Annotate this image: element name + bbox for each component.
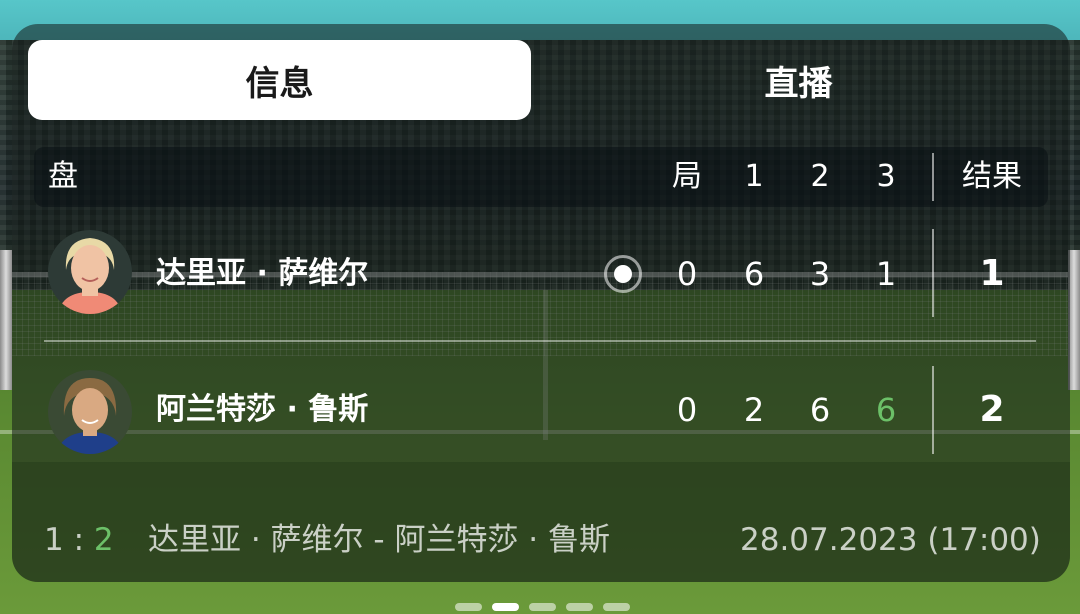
match-info-panel: 信息 直播 盘 局 1 2 3 结果 达里亚 · 萨维尔 0 6 3 1 1 阿… <box>12 24 1070 582</box>
serve-dot <box>614 265 632 283</box>
player2-result: 2 <box>979 389 1005 430</box>
player1-avatar <box>48 230 132 314</box>
net-post-left <box>0 250 12 390</box>
footer-match-title: 达里亚 · 萨维尔 - 阿兰特莎 · 鲁斯 <box>148 522 611 558</box>
tab-live[interactable]: 直播 <box>547 40 1050 120</box>
header-set2-label: 2 <box>810 159 830 194</box>
footer-score: 1 : 2 <box>44 516 114 564</box>
player1-games: 0 <box>676 255 698 293</box>
player2-set3: 6 <box>875 391 897 429</box>
page-indicator[interactable] <box>455 603 630 611</box>
footer-score-separator: : <box>73 522 85 558</box>
footer-datetime: 28.07.2023 (17:00) <box>740 522 1041 558</box>
page-dot[interactable] <box>603 603 630 611</box>
header-set1-label: 1 <box>744 159 764 194</box>
tab-info[interactable]: 信息 <box>28 40 531 120</box>
player1-name: 达里亚 · 萨维尔 <box>156 256 369 291</box>
header-set3-label: 3 <box>876 159 896 194</box>
scoreboard-header: 盘 局 1 2 3 结果 <box>34 147 1048 207</box>
player1-result-separator <box>932 229 934 317</box>
footer-score-away: 2 <box>93 522 114 558</box>
player1-set3: 1 <box>875 255 897 293</box>
player2-name: 阿兰特莎 · 鲁斯 <box>156 392 369 427</box>
player2-avatar <box>48 370 132 454</box>
page-dot[interactable] <box>455 603 482 611</box>
page-dot-active[interactable] <box>492 603 519 611</box>
player2-set2: 6 <box>809 391 831 429</box>
player2-set1: 2 <box>743 391 765 429</box>
page-dot[interactable] <box>566 603 593 611</box>
row-divider <box>44 340 1036 342</box>
player1-set1: 6 <box>743 255 765 293</box>
player2-games: 0 <box>676 391 698 429</box>
serve-indicator-icon <box>604 255 642 293</box>
header-result-label: 结果 <box>962 159 1022 194</box>
page-dot[interactable] <box>529 603 556 611</box>
player2-result-separator <box>932 366 934 454</box>
header-set-label: 盘 <box>48 159 78 194</box>
header-separator <box>932 153 934 201</box>
player1-result: 1 <box>979 253 1005 294</box>
player1-set2: 3 <box>809 255 831 293</box>
header-games-label: 局 <box>672 159 702 194</box>
footer-score-home: 1 <box>44 522 64 558</box>
